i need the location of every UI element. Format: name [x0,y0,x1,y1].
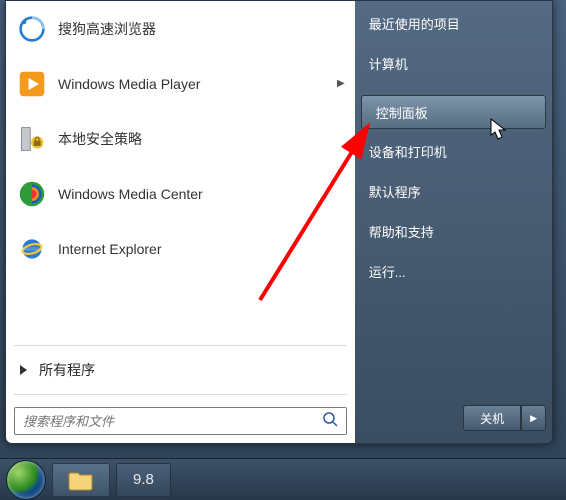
start-menu-right-pane: 最近使用的项目 计算机 控制面板 设备和打印机 默认程序 帮助和支持 运行...… [355,1,552,443]
right-item-label: 默认程序 [369,182,421,201]
taskbar-rating-segment[interactable]: 9.8 [116,463,171,497]
start-menu-left-pane: 搜狗高速浏览器 Windows Media Player ▶ 本地安全策略 [6,1,355,443]
taskbar: 9.8 [0,458,566,500]
divider [14,394,347,395]
folder-icon [68,469,94,491]
secpol-icon [16,123,48,155]
right-item-label: 运行... [369,262,406,281]
divider [14,345,347,346]
program-item-secpol[interactable]: 本地安全策略 [6,111,355,166]
start-menu: 搜狗高速浏览器 Windows Media Player ▶ 本地安全策略 [5,0,553,444]
right-item-label: 帮助和支持 [369,222,434,241]
program-label: Windows Media Center [58,186,345,202]
right-item-devices[interactable]: 设备和打印机 [355,131,552,171]
taskbar-rating-value: 9.8 [133,471,154,488]
right-item-default-programs[interactable]: 默认程序 [355,171,552,211]
right-item-recent[interactable]: 最近使用的项目 [355,3,552,43]
chevron-right-icon: ▶ [530,413,537,424]
right-item-help[interactable]: 帮助和支持 [355,211,552,251]
program-label: Internet Explorer [58,241,345,257]
search-input[interactable] [15,414,314,429]
program-list: 搜狗高速浏览器 Windows Media Player ▶ 本地安全策略 [6,1,355,341]
ie-icon [16,233,48,265]
shutdown-options-button[interactable]: ▶ [521,405,546,431]
triangle-right-icon [20,365,27,375]
all-programs-button[interactable]: 所有程序 [6,350,355,390]
shutdown-button[interactable]: 关机 [463,405,521,431]
right-item-label: 计算机 [369,54,408,73]
search-container [6,399,355,443]
right-item-run[interactable]: 运行... [355,251,552,291]
search-icon[interactable] [314,411,346,432]
all-programs-label: 所有程序 [39,360,95,380]
right-item-label: 最近使用的项目 [369,14,460,33]
wmp-icon [16,68,48,100]
program-item-sogou[interactable]: 搜狗高速浏览器 [6,1,355,56]
program-item-wmp[interactable]: Windows Media Player ▶ [6,56,355,111]
start-orb-button[interactable] [6,460,46,500]
submenu-arrow-icon: ▶ [337,78,345,89]
program-item-ie[interactable]: Internet Explorer [6,221,355,276]
right-item-label: 设备和打印机 [369,142,447,161]
program-item-wmc[interactable]: Windows Media Center [6,166,355,221]
program-label: Windows Media Player [58,76,337,92]
sogou-icon [16,13,48,45]
right-item-control-panel[interactable]: 控制面板 [361,95,546,129]
shutdown-label: 关机 [480,410,504,427]
wmc-icon [16,178,48,210]
program-label: 本地安全策略 [58,129,345,149]
right-item-label: 控制面板 [376,103,428,122]
right-item-computer[interactable]: 计算机 [355,43,552,83]
search-box[interactable] [14,407,347,435]
program-label: 搜狗高速浏览器 [58,19,345,39]
shutdown-group: 关机 ▶ [463,405,546,431]
taskbar-explorer-button[interactable] [52,463,110,497]
